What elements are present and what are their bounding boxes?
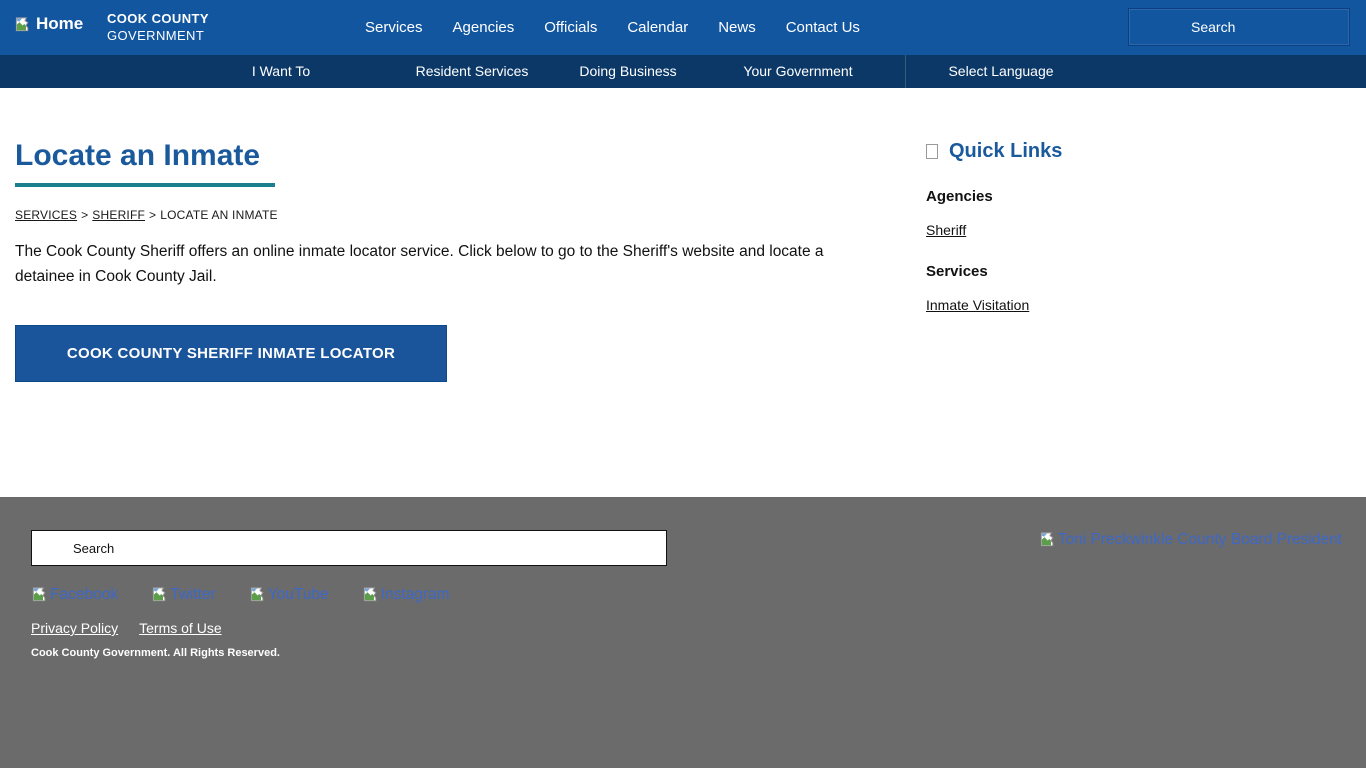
- subnav-resident-services[interactable]: Resident Services: [416, 63, 529, 79]
- breadcrumb-separator: >: [81, 208, 88, 222]
- main-column: Locate an Inmate SERVICES > SHERIFF > LOCATE…: [15, 138, 875, 382]
- quick-link-sheriff[interactable]: Sheriff: [926, 222, 966, 238]
- nav-item-agencies[interactable]: Agencies: [453, 19, 515, 36]
- site-logo[interactable]: COOK COUNTY GOVERNMENT: [107, 10, 209, 44]
- quick-links-title: Quick Links: [949, 140, 1062, 163]
- copyright-text: Cook County Government. All Rights Reser…: [31, 647, 280, 659]
- social-links-row: Facebook Twitter YouTube Instagram: [31, 585, 450, 604]
- breadcrumb-current: LOCATE AN INMATE: [160, 208, 277, 222]
- quick-links-heading-services: Services: [926, 263, 1346, 280]
- youtube-link[interactable]: YouTube: [249, 585, 329, 604]
- title-underline-rule: [15, 183, 275, 187]
- footer-legal-links: Privacy Policy Terms of Use: [31, 620, 222, 636]
- inmate-locator-button[interactable]: COOK COUNTY SHERIFF INMATE LOCATOR: [15, 325, 447, 382]
- brand-line1: COOK COUNTY: [107, 10, 209, 27]
- header-search-input[interactable]: [1129, 9, 1349, 45]
- quick-links-sidebar: Quick Links Agencies Sheriff Services In…: [926, 140, 1346, 313]
- content-area: Locate an Inmate SERVICES > SHERIFF > LOCATE…: [0, 88, 1366, 497]
- footer-search-box: [31, 530, 667, 566]
- home-link[interactable]: Home: [14, 14, 83, 34]
- page: Home COOK COUNTY GOVERNMENT Services Age…: [0, 0, 1366, 768]
- subnav-divider: [905, 55, 906, 88]
- twitter-alt-text: Twitter: [170, 586, 216, 604]
- subnav-select-language[interactable]: Select Language: [948, 63, 1053, 79]
- breadcrumb-sheriff[interactable]: SHERIFF: [92, 208, 145, 222]
- subnav-doing-business[interactable]: Doing Business: [579, 63, 676, 79]
- secondary-nav: I Want To Resident Services Doing Busine…: [0, 55, 1366, 88]
- main-nav: Services Agencies Officials Calendar New…: [365, 0, 860, 55]
- twitter-link[interactable]: Twitter: [151, 585, 216, 604]
- intro-paragraph: The Cook County Sheriff offers an online…: [15, 239, 865, 289]
- broken-image-icon: [31, 585, 50, 604]
- quick-links-header: Quick Links: [926, 140, 1346, 163]
- broken-image-icon: [249, 585, 268, 604]
- broken-image-icon: [1039, 530, 1058, 549]
- nav-item-officials[interactable]: Officials: [544, 19, 597, 36]
- board-president-link[interactable]: Toni Preckwinkle County Board President: [1039, 530, 1342, 549]
- breadcrumb-services[interactable]: SERVICES: [15, 208, 77, 222]
- terms-of-use-link[interactable]: Terms of Use: [139, 620, 221, 636]
- subnav-your-government[interactable]: Your Government: [743, 63, 852, 79]
- breadcrumb-separator: >: [149, 208, 156, 222]
- breadcrumb: SERVICES > SHERIFF > LOCATE AN INMATE: [15, 208, 875, 222]
- youtube-alt-text: YouTube: [268, 586, 329, 604]
- brand-line2: GOVERNMENT: [107, 27, 209, 44]
- nav-item-services[interactable]: Services: [365, 19, 423, 36]
- subnav-i-want-to[interactable]: I Want To: [252, 63, 310, 79]
- quick-link-inmate-visitation[interactable]: Inmate Visitation: [926, 297, 1029, 313]
- home-alt-text: Home: [36, 14, 83, 34]
- nav-item-contact-us[interactable]: Contact Us: [786, 19, 860, 36]
- nav-item-news[interactable]: News: [718, 19, 756, 36]
- header: Home COOK COUNTY GOVERNMENT Services Age…: [0, 0, 1366, 55]
- quick-links-heading-agencies: Agencies: [926, 188, 1346, 205]
- header-search-box: [1128, 8, 1350, 46]
- instagram-link[interactable]: Instagram: [362, 585, 450, 604]
- missing-glyph-icon: [926, 144, 938, 159]
- broken-image-icon: [14, 15, 33, 34]
- privacy-policy-link[interactable]: Privacy Policy: [31, 620, 118, 636]
- board-president-alt-text: Toni Preckwinkle County Board President: [1058, 531, 1342, 549]
- footer: Facebook Twitter YouTube Instagram Priva…: [0, 497, 1366, 768]
- footer-search-input[interactable]: [32, 531, 666, 565]
- facebook-alt-text: Facebook: [50, 586, 118, 604]
- instagram-alt-text: Instagram: [381, 586, 450, 604]
- nav-item-calendar[interactable]: Calendar: [627, 19, 688, 36]
- facebook-link[interactable]: Facebook: [31, 585, 118, 604]
- broken-image-icon: [151, 585, 170, 604]
- broken-image-icon: [362, 585, 381, 604]
- page-title: Locate an Inmate: [15, 138, 875, 174]
